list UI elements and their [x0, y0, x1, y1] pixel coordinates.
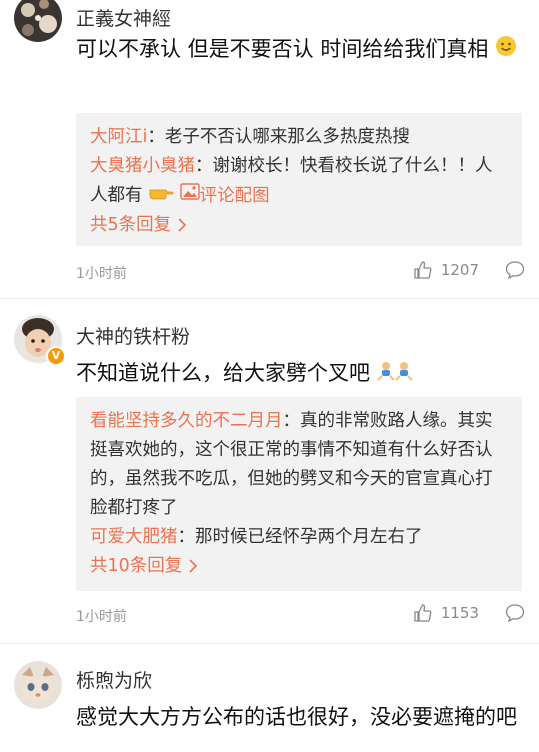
- username[interactable]: 栎煦为欣: [76, 666, 152, 693]
- reply-button[interactable]: [505, 260, 525, 284]
- reply-author[interactable]: 大阿江i: [90, 127, 147, 147]
- reply-author[interactable]: 大臭猪小臭猪: [90, 156, 195, 176]
- reply-button[interactable]: [505, 603, 525, 627]
- comment-text: 不知道说什么，给大家劈个叉吧: [76, 356, 523, 392]
- divider: [0, 643, 539, 644]
- dancing-emoji-icon: [376, 357, 395, 392]
- comment-1: 正義女神經 可以不承认 但是不要否认 时间给给我们真相 大阿江i：老子不否认哪来…: [0, 0, 539, 300]
- like-count: 1207: [440, 261, 479, 279]
- smile-emoji-icon: [495, 33, 517, 68]
- reply-item: 大阿江i：老子不否认哪来那么多热度热搜: [90, 123, 508, 152]
- comment-meta: 1小时前 1153: [76, 603, 525, 627]
- image-comment-link[interactable]: 评论配图: [179, 183, 270, 206]
- verified-badge-icon: V: [46, 346, 66, 366]
- timestamp: 1小时前: [76, 609, 127, 625]
- reply-item: 可爱大肥猪：那时候已经怀孕两个月左右了: [90, 523, 508, 552]
- comment-3: 栎煦为欣 感觉大大方方公布的话也很好，没必要遮掩的吧: [0, 645, 539, 752]
- username[interactable]: 正義女神經: [76, 4, 171, 31]
- reply-box: 大阿江i：老子不否认哪来那么多热度热搜 大臭猪小臭猪：谢谢校长！快看校长说了什么…: [76, 113, 522, 246]
- avatar[interactable]: [14, 661, 62, 709]
- pointing-hand-icon: [148, 181, 174, 210]
- reply-text: ：那时候已经怀孕两个月左右了: [177, 527, 423, 547]
- comment-bubble-icon: [505, 261, 525, 280]
- like-button[interactable]: 1153: [413, 603, 479, 623]
- divider: [0, 298, 539, 299]
- timestamp: 1小时前: [76, 266, 127, 282]
- reply-item: 大臭猪小臭猪：谢谢校长！快看校长说了什么！！人人都有 评论配图: [90, 152, 508, 211]
- chevron-right-icon: [182, 556, 198, 576]
- reply-box: 看能坚持多久的不二月月：真的非常败路人缘。其实挺喜欢她的，这个很正常的事情不知道…: [76, 397, 522, 591]
- image-icon: [179, 181, 200, 210]
- like-count: 1153: [440, 604, 479, 622]
- reply-text: ：老子不否认哪来那么多热度热搜: [147, 127, 410, 147]
- more-replies-link[interactable]: 共10条回复: [90, 552, 508, 581]
- chevron-right-icon: [171, 215, 187, 235]
- comment-text: 感觉大大方方公布的话也很好，没必要遮掩的吧: [76, 705, 517, 729]
- comment-2: V 大神的铁杆粉 不知道说什么，给大家劈个叉吧 看能坚持多久的不二月月：真的非常…: [0, 300, 539, 645]
- comment-text: 可以不承认 但是不要否认 时间给给我们真相: [76, 32, 523, 68]
- dancing-emoji-icon: [394, 357, 413, 392]
- comment-meta: 1小时前 1207: [76, 260, 525, 284]
- comment-bubble-icon: [505, 604, 525, 623]
- reply-author[interactable]: 可爱大肥猪: [90, 527, 178, 547]
- reply-author[interactable]: 看能坚持多久的不二月月: [90, 411, 283, 431]
- thumbs-up-icon: [414, 604, 432, 622]
- reply-item: 看能坚持多久的不二月月：真的非常败路人缘。其实挺喜欢她的，这个很正常的事情不知道…: [90, 407, 508, 523]
- like-button[interactable]: 1207: [413, 260, 479, 280]
- avatar[interactable]: [14, 0, 62, 42]
- username[interactable]: 大神的铁杆粉: [76, 322, 190, 349]
- more-replies-link[interactable]: 共5条回复: [90, 211, 508, 240]
- thumbs-up-icon: [414, 261, 432, 279]
